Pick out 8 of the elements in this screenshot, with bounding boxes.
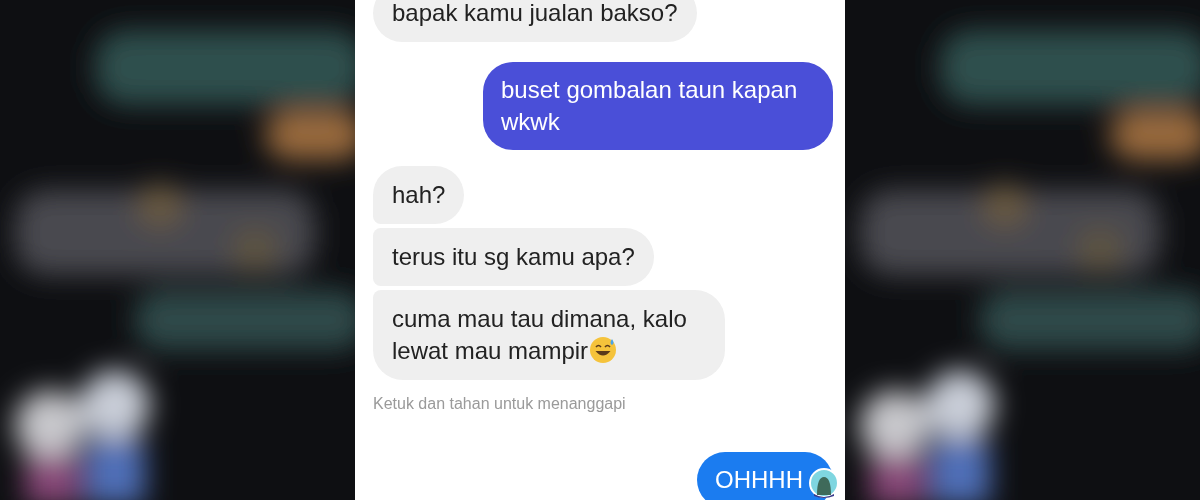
received-message: terus itu sg kamu apa? — [373, 228, 654, 286]
sent-message: buset gombalan taun kapan wkwk — [483, 62, 833, 150]
sent-message: OHHHH — [697, 452, 833, 500]
grinning-sweat-icon — [589, 336, 618, 364]
received-message: bapak kamu jualan bakso? — [373, 0, 697, 42]
reply-hint: Ketuk dan tahan untuk menanggapi — [373, 395, 626, 412]
received-message: cuma mau tau dimana, kalo lewat mau mampir — [373, 290, 725, 380]
received-message: hah? — [373, 166, 465, 224]
